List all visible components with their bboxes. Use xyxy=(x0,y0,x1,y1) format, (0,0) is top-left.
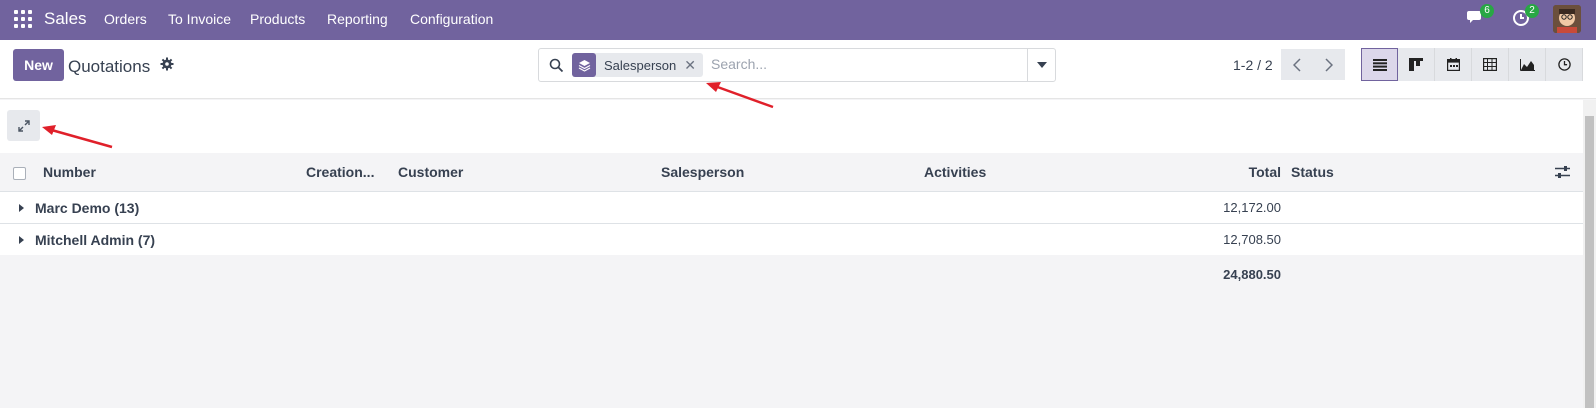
new-button[interactable]: New xyxy=(13,49,64,81)
page-title: Quotations xyxy=(68,57,151,76)
column-activities[interactable]: Activities xyxy=(924,164,986,180)
caret-down-icon xyxy=(1037,62,1047,68)
chevron-right-icon xyxy=(1325,57,1333,72)
vertical-scrollbar[interactable] xyxy=(1583,100,1596,408)
messages-button[interactable]: 6 xyxy=(1467,4,1494,31)
view-pivot-button[interactable] xyxy=(1472,48,1509,81)
app-name[interactable]: Sales xyxy=(44,9,87,29)
column-status[interactable]: Status xyxy=(1291,164,1334,180)
search-options-toggle[interactable] xyxy=(1027,49,1056,81)
table-header: Number Creation... Customer Salesperson … xyxy=(0,153,1583,192)
expand-groups-button[interactable] xyxy=(7,110,40,141)
group-total: 12,708.50 xyxy=(1223,232,1281,247)
column-total[interactable]: Total xyxy=(1249,164,1281,180)
caret-right-icon xyxy=(19,236,24,244)
group-name: Mitchell Admin (7) xyxy=(35,232,156,248)
list-view: Number Creation... Customer Salesperson … xyxy=(0,100,1583,408)
search-input[interactable] xyxy=(711,56,1011,72)
group-row[interactable]: Marc Demo (13) 12,172.00 xyxy=(0,192,1583,224)
pager-previous-button[interactable] xyxy=(1281,49,1313,80)
table-footer: 24,880.50 xyxy=(0,255,1583,408)
expand-icon xyxy=(17,119,30,132)
menu-configuration[interactable]: Configuration xyxy=(410,11,493,27)
view-graph-button[interactable] xyxy=(1509,48,1546,81)
activities-button[interactable]: 2 xyxy=(1512,4,1539,31)
pager-value[interactable]: 1-2 / 2 xyxy=(1233,57,1273,73)
select-all-checkbox[interactable] xyxy=(13,167,26,180)
menu-to-invoice[interactable]: To Invoice xyxy=(168,11,231,27)
scrollbar-thumb[interactable] xyxy=(1585,116,1594,408)
column-salesperson[interactable]: Salesperson xyxy=(661,164,744,180)
clock-icon xyxy=(1557,58,1571,71)
menu-reporting[interactable]: Reporting xyxy=(327,11,388,27)
apps-grid-icon[interactable] xyxy=(14,10,32,28)
pager-next-button[interactable] xyxy=(1313,49,1345,80)
grand-total: 24,880.50 xyxy=(1223,267,1281,282)
column-number[interactable]: Number xyxy=(43,164,96,180)
facet-remove-icon[interactable]: ✕ xyxy=(684,57,703,74)
column-customer[interactable]: Customer xyxy=(398,164,463,180)
user-avatar[interactable] xyxy=(1553,5,1581,33)
area-chart-icon xyxy=(1519,58,1535,71)
caret-right-icon xyxy=(19,204,24,212)
view-list-button[interactable] xyxy=(1361,48,1398,81)
avatar-face-icon xyxy=(1553,5,1581,33)
control-panel: New Quotations Salesperson ✕ Search... 1… xyxy=(0,40,1596,99)
search-bar[interactable]: Salesperson ✕ xyxy=(538,48,1056,82)
messages-count-badge: 6 xyxy=(1480,4,1494,18)
search-facet[interactable]: Salesperson ✕ xyxy=(572,53,704,77)
calendar-icon xyxy=(1446,58,1460,71)
column-creation-date[interactable]: Creation... xyxy=(306,164,374,180)
menu-orders[interactable]: Orders xyxy=(104,11,147,27)
view-kanban-button[interactable] xyxy=(1398,48,1435,81)
group-row[interactable]: Mitchell Admin (7) 12,708.50 xyxy=(0,224,1583,256)
group-name: Marc Demo (13) xyxy=(35,200,140,216)
search-icon xyxy=(549,58,564,78)
chevron-left-icon xyxy=(1293,57,1301,72)
gear-icon[interactable] xyxy=(160,57,174,76)
group-total: 12,172.00 xyxy=(1223,200,1281,215)
pivot-table-icon xyxy=(1483,58,1497,71)
top-navbar: Sales Orders To Invoice Products Reporti… xyxy=(0,0,1596,40)
view-calendar-button[interactable] xyxy=(1435,48,1472,81)
facet-label: Salesperson xyxy=(604,57,677,73)
layers-icon xyxy=(572,53,596,77)
optional-columns-icon[interactable] xyxy=(1555,165,1570,184)
activities-count-badge: 2 xyxy=(1525,4,1539,18)
list-icon xyxy=(1372,58,1387,71)
kanban-icon xyxy=(1409,58,1423,71)
menu-products[interactable]: Products xyxy=(250,11,305,27)
view-activity-button[interactable] xyxy=(1546,48,1583,81)
